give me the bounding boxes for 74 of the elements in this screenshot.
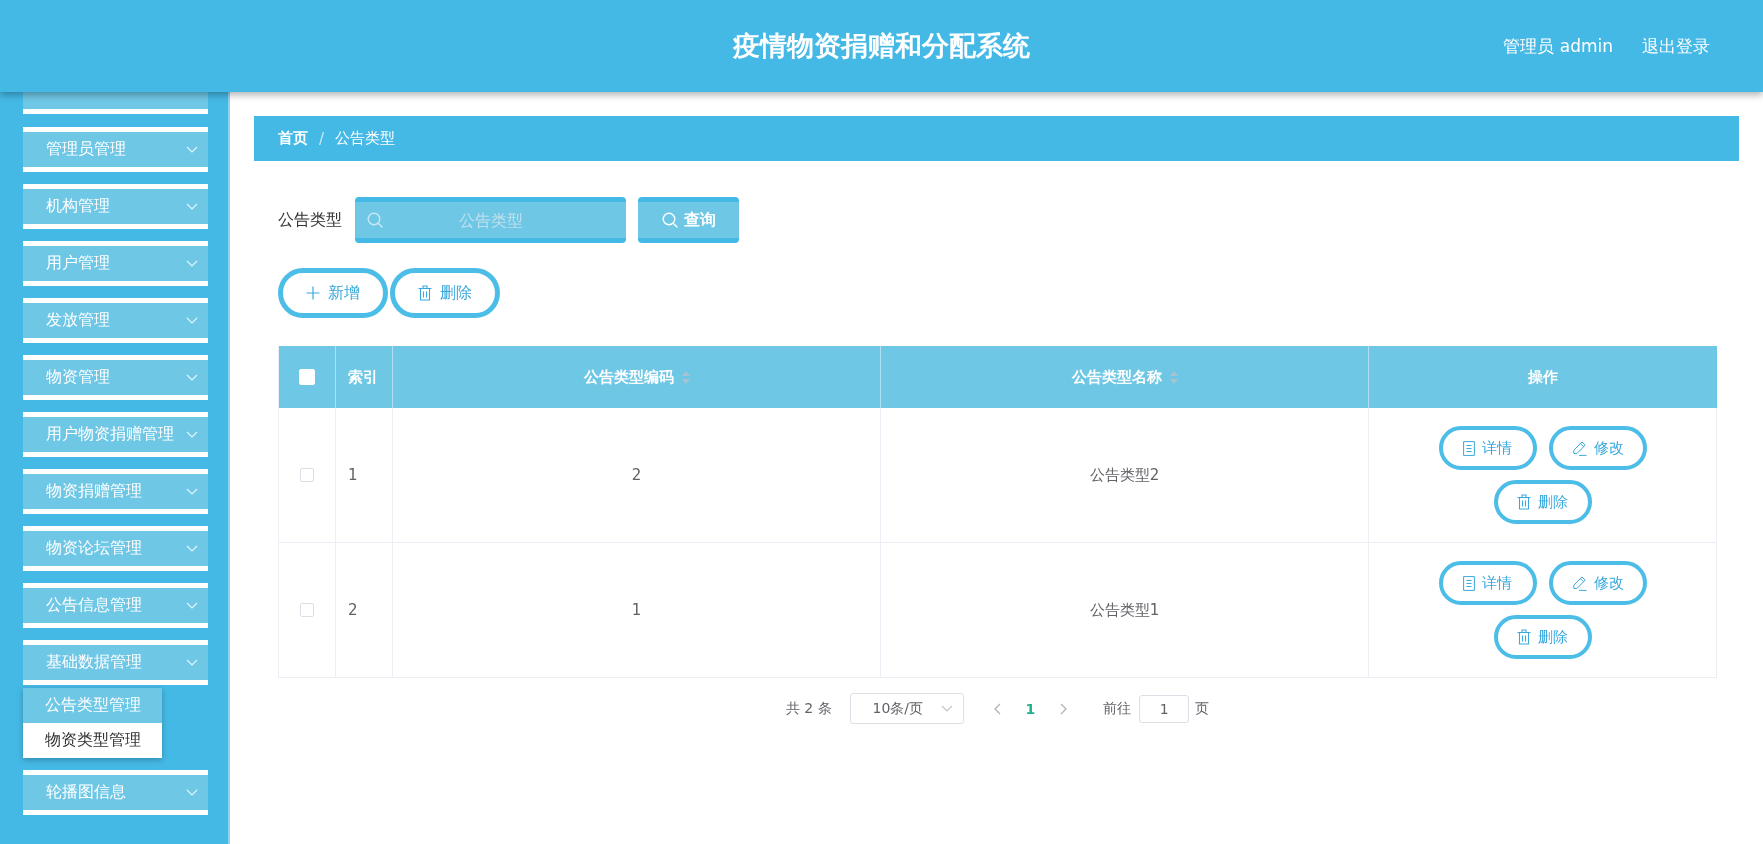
checkbox[interactable] xyxy=(300,468,314,482)
column-header[interactable]: 公告类型名称 xyxy=(881,346,1369,408)
user-name: 管理员 admin xyxy=(1503,34,1613,58)
search-icon xyxy=(661,212,678,228)
delete-button[interactable]: 删除 xyxy=(1493,615,1592,659)
chevron-down-icon xyxy=(186,431,198,438)
breadcrumb-link[interactable]: 首页 xyxy=(278,129,308,148)
sort-icon[interactable] xyxy=(681,370,690,384)
chevron-down-icon xyxy=(186,260,198,267)
chevron-down-icon xyxy=(186,146,198,153)
pencil-icon xyxy=(1571,440,1587,456)
plus-icon xyxy=(306,286,320,300)
table-cell: 1 xyxy=(393,543,881,678)
checkbox[interactable] xyxy=(300,603,314,617)
table-cell: 公告类型2 xyxy=(881,408,1369,543)
sidebar-menu-item[interactable]: 机构管理 xyxy=(23,184,208,229)
table-cell: 公告类型1 xyxy=(881,543,1369,678)
chevron-right-icon[interactable] xyxy=(1060,702,1068,715)
document-icon xyxy=(1463,440,1475,456)
trash-icon xyxy=(1517,494,1531,510)
sidebar-menu-item[interactable]: 物资管理 xyxy=(23,355,208,400)
column-header[interactable]: 公告类型编码 xyxy=(393,346,881,408)
page-number[interactable]: 1 xyxy=(1025,700,1036,717)
chevron-down-icon xyxy=(186,659,198,666)
sidebar-menu-item[interactable]: 发放管理 xyxy=(23,298,208,343)
trash-icon xyxy=(418,285,432,301)
sidebar-menu-item[interactable]: 物资论坛管理 xyxy=(23,526,208,571)
chevron-down-icon xyxy=(186,545,198,552)
search-field[interactable]: 公告类型 xyxy=(355,197,626,243)
sort-icon[interactable] xyxy=(1169,370,1178,384)
chevron-down-icon xyxy=(940,705,953,712)
table-cell: 2 xyxy=(336,543,393,678)
document-icon xyxy=(1463,575,1475,591)
chevron-down-icon xyxy=(186,203,198,210)
delete-button[interactable]: 删除 xyxy=(1493,480,1592,524)
delete-button[interactable]: 删除 xyxy=(390,268,500,318)
table-cell: 1 xyxy=(336,408,393,543)
table-cell: 2 xyxy=(393,408,881,543)
submenu-item[interactable]: 物资类型管理 xyxy=(23,723,162,758)
chevron-down-icon xyxy=(186,789,198,796)
sidebar-menu-item[interactable]: 物资捐赠管理 xyxy=(23,469,208,514)
page-suffix: 页 xyxy=(1195,699,1210,718)
pencil-icon xyxy=(1571,575,1587,591)
sidebar-menu-item[interactable]: 用户管理 xyxy=(23,241,208,286)
breadcrumb-separator: / xyxy=(319,129,325,148)
chevron-down-icon xyxy=(186,317,198,324)
submenu-item[interactable]: 公告类型管理 xyxy=(23,688,162,723)
search-button[interactable]: 查询 xyxy=(638,197,739,243)
chevron-down-icon xyxy=(186,488,198,495)
app-title: 疫情物资捐赠和分配系统 xyxy=(733,29,1030,63)
edit-button[interactable]: 修改 xyxy=(1548,561,1647,605)
chevron-down-icon xyxy=(186,374,198,381)
search-label: 公告类型 xyxy=(278,209,342,231)
trash-icon xyxy=(1517,629,1531,645)
sidebar-menu-item[interactable]: 管理员管理 xyxy=(23,127,208,172)
chevron-down-icon xyxy=(186,602,198,609)
total-count: 共 2 条 xyxy=(785,699,832,718)
column-header: 操作 xyxy=(1527,366,1559,388)
sidebar-menu-item[interactable]: 用户物资捐赠管理 xyxy=(23,412,208,457)
detail-button[interactable]: 详情 xyxy=(1438,426,1537,470)
edit-button[interactable]: 修改 xyxy=(1548,426,1647,470)
jump-label: 前往 xyxy=(1103,699,1132,718)
sidebar-menu-item[interactable]: 公告信息管理 xyxy=(23,583,208,628)
column-header: 索引 xyxy=(336,346,393,408)
chevron-left-icon[interactable] xyxy=(993,702,1001,715)
add-button[interactable]: 新增 xyxy=(278,268,388,318)
search-icon xyxy=(367,212,383,228)
detail-button[interactable]: 详情 xyxy=(1438,561,1537,605)
sidebar-menu-item[interactable]: 轮播图信息 xyxy=(23,770,208,815)
sidebar-menu-item[interactable]: 基础数据管理 xyxy=(23,640,208,685)
breadcrumb-current: 公告类型 xyxy=(335,129,396,148)
logout-link[interactable]: 退出登录 xyxy=(1642,34,1710,58)
page-size-select[interactable]: 10条/页 xyxy=(849,693,964,724)
page-jump-field[interactable]: 1 xyxy=(1139,694,1190,723)
